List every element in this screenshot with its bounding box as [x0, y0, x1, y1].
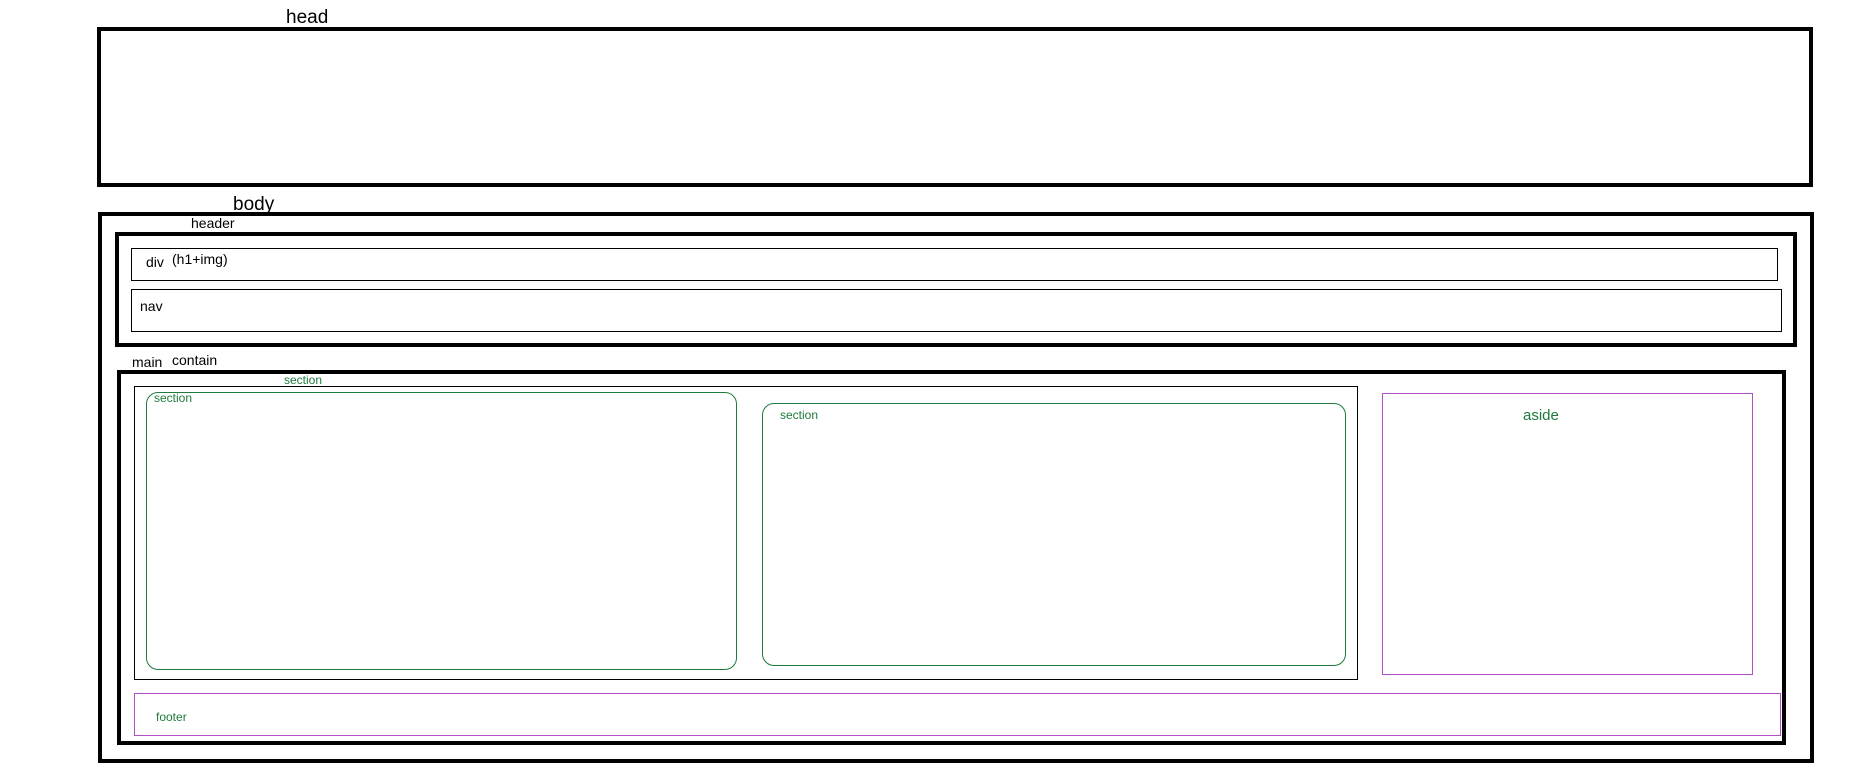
section-right-label: section — [780, 408, 819, 422]
section-left-label: section — [154, 391, 193, 405]
section-left-box — [146, 392, 737, 670]
aside-box — [1382, 393, 1753, 675]
contain-label: contain — [172, 352, 218, 368]
main-label: main — [132, 354, 163, 370]
header-label: header — [191, 215, 235, 231]
nav-label: nav — [140, 298, 163, 314]
section-right-box — [762, 403, 1346, 666]
footer-box — [134, 693, 1781, 736]
div-box — [131, 248, 1778, 281]
aside-label: aside — [1523, 407, 1559, 424]
head-box — [97, 27, 1813, 187]
div-label: div — [146, 254, 164, 270]
footer-label: footer — [156, 710, 187, 724]
nav-box — [131, 289, 1782, 332]
head-label: head — [286, 7, 329, 28]
div-content-label: (h1+img) — [172, 251, 228, 267]
section-outer-label: section — [284, 373, 323, 387]
